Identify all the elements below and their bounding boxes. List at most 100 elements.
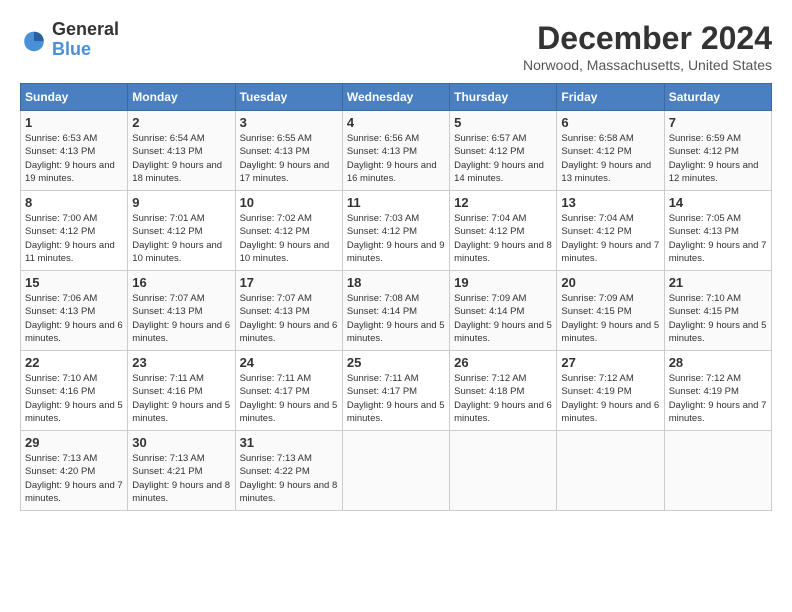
sunset-text: Sunset: 4:17 PM [347,386,417,397]
sunrise-text: Sunrise: 7:10 AM [669,293,741,304]
daylight-text: Daylight: 9 hours and 6 minutes. [561,400,659,424]
day-number: 9 [132,195,230,210]
calendar-cell: 31 Sunrise: 7:13 AM Sunset: 4:22 PM Dayl… [235,431,342,511]
daylight-text: Daylight: 9 hours and 17 minutes. [240,160,330,184]
day-info: Sunrise: 7:05 AM Sunset: 4:13 PM Dayligh… [669,212,767,265]
col-sunday: Sunday [21,84,128,111]
sunset-text: Sunset: 4:17 PM [240,386,310,397]
calendar-cell: 22 Sunrise: 7:10 AM Sunset: 4:16 PM Dayl… [21,351,128,431]
sunrise-text: Sunrise: 7:02 AM [240,213,312,224]
sunset-text: Sunset: 4:12 PM [669,146,739,157]
daylight-text: Daylight: 9 hours and 8 minutes. [132,480,230,504]
sunset-text: Sunset: 4:12 PM [454,226,524,237]
calendar-cell: 19 Sunrise: 7:09 AM Sunset: 4:14 PM Dayl… [450,271,557,351]
sunrise-text: Sunrise: 6:59 AM [669,133,741,144]
day-info: Sunrise: 6:53 AM Sunset: 4:13 PM Dayligh… [25,132,123,185]
sunset-text: Sunset: 4:15 PM [561,306,631,317]
sunrise-text: Sunrise: 7:13 AM [240,453,312,464]
daylight-text: Daylight: 9 hours and 10 minutes. [240,240,330,264]
sunrise-text: Sunrise: 7:03 AM [347,213,419,224]
day-number: 30 [132,435,230,450]
sunrise-text: Sunrise: 7:10 AM [25,373,97,384]
daylight-text: Daylight: 9 hours and 10 minutes. [132,240,222,264]
sunset-text: Sunset: 4:12 PM [132,226,202,237]
day-number: 27 [561,355,659,370]
day-number: 11 [347,195,445,210]
sunset-text: Sunset: 4:21 PM [132,466,202,477]
sunrise-text: Sunrise: 6:57 AM [454,133,526,144]
sunset-text: Sunset: 4:22 PM [240,466,310,477]
day-info: Sunrise: 7:13 AM Sunset: 4:20 PM Dayligh… [25,452,123,505]
day-number: 1 [25,115,123,130]
day-info: Sunrise: 7:02 AM Sunset: 4:12 PM Dayligh… [240,212,338,265]
sunset-text: Sunset: 4:15 PM [669,306,739,317]
sunrise-text: Sunrise: 7:09 AM [454,293,526,304]
daylight-text: Daylight: 9 hours and 5 minutes. [132,400,230,424]
sunrise-text: Sunrise: 7:13 AM [132,453,204,464]
daylight-text: Daylight: 9 hours and 5 minutes. [454,320,552,344]
sunrise-text: Sunrise: 6:56 AM [347,133,419,144]
calendar-cell: 15 Sunrise: 7:06 AM Sunset: 4:13 PM Dayl… [21,271,128,351]
day-info: Sunrise: 6:55 AM Sunset: 4:13 PM Dayligh… [240,132,338,185]
daylight-text: Daylight: 9 hours and 6 minutes. [25,320,123,344]
calendar-cell: 8 Sunrise: 7:00 AM Sunset: 4:12 PM Dayli… [21,191,128,271]
sunrise-text: Sunrise: 7:12 AM [561,373,633,384]
sunset-text: Sunset: 4:13 PM [25,146,95,157]
sunset-text: Sunset: 4:14 PM [454,306,524,317]
sunrise-text: Sunrise: 7:12 AM [454,373,526,384]
sunrise-text: Sunrise: 7:06 AM [25,293,97,304]
sunrise-text: Sunrise: 7:09 AM [561,293,633,304]
day-info: Sunrise: 6:59 AM Sunset: 4:12 PM Dayligh… [669,132,767,185]
calendar-cell: 30 Sunrise: 7:13 AM Sunset: 4:21 PM Dayl… [128,431,235,511]
sunrise-text: Sunrise: 7:11 AM [347,373,419,384]
calendar-cell: 27 Sunrise: 7:12 AM Sunset: 4:19 PM Dayl… [557,351,664,431]
daylight-text: Daylight: 9 hours and 14 minutes. [454,160,544,184]
sunrise-text: Sunrise: 7:04 AM [561,213,633,224]
title-area: December 2024 Norwood, Massachusetts, Un… [523,20,772,73]
calendar-cell: 6 Sunrise: 6:58 AM Sunset: 4:12 PM Dayli… [557,111,664,191]
calendar-week-4: 22 Sunrise: 7:10 AM Sunset: 4:16 PM Dayl… [21,351,772,431]
daylight-text: Daylight: 9 hours and 18 minutes. [132,160,222,184]
day-number: 6 [561,115,659,130]
day-number: 19 [454,275,552,290]
daylight-text: Daylight: 9 hours and 5 minutes. [347,400,445,424]
day-number: 2 [132,115,230,130]
day-info: Sunrise: 7:12 AM Sunset: 4:19 PM Dayligh… [669,372,767,425]
calendar-week-1: 1 Sunrise: 6:53 AM Sunset: 4:13 PM Dayli… [21,111,772,191]
calendar-cell: 12 Sunrise: 7:04 AM Sunset: 4:12 PM Dayl… [450,191,557,271]
daylight-text: Daylight: 9 hours and 6 minutes. [240,320,338,344]
daylight-text: Daylight: 9 hours and 7 minutes. [669,400,767,424]
daylight-text: Daylight: 9 hours and 8 minutes. [454,240,552,264]
sunset-text: Sunset: 4:12 PM [561,146,631,157]
sunset-text: Sunset: 4:16 PM [132,386,202,397]
daylight-text: Daylight: 9 hours and 19 minutes. [25,160,115,184]
sunrise-text: Sunrise: 7:07 AM [240,293,312,304]
calendar-cell [450,431,557,511]
calendar-body: 1 Sunrise: 6:53 AM Sunset: 4:13 PM Dayli… [21,111,772,511]
day-number: 4 [347,115,445,130]
daylight-text: Daylight: 9 hours and 12 minutes. [669,160,759,184]
calendar-cell: 9 Sunrise: 7:01 AM Sunset: 4:12 PM Dayli… [128,191,235,271]
sunset-text: Sunset: 4:13 PM [25,306,95,317]
sunrise-text: Sunrise: 6:58 AM [561,133,633,144]
sunset-text: Sunset: 4:12 PM [454,146,524,157]
calendar-cell [664,431,771,511]
day-number: 29 [25,435,123,450]
sunset-text: Sunset: 4:19 PM [669,386,739,397]
calendar-cell: 10 Sunrise: 7:02 AM Sunset: 4:12 PM Dayl… [235,191,342,271]
calendar-cell: 23 Sunrise: 7:11 AM Sunset: 4:16 PM Dayl… [128,351,235,431]
col-monday: Monday [128,84,235,111]
day-info: Sunrise: 7:04 AM Sunset: 4:12 PM Dayligh… [454,212,552,265]
daylight-text: Daylight: 9 hours and 7 minutes. [561,240,659,264]
sunrise-text: Sunrise: 7:07 AM [132,293,204,304]
daylight-text: Daylight: 9 hours and 5 minutes. [669,320,767,344]
calendar-cell: 18 Sunrise: 7:08 AM Sunset: 4:14 PM Dayl… [342,271,449,351]
day-info: Sunrise: 7:10 AM Sunset: 4:15 PM Dayligh… [669,292,767,345]
calendar-cell [342,431,449,511]
sunset-text: Sunset: 4:18 PM [454,386,524,397]
calendar-week-2: 8 Sunrise: 7:00 AM Sunset: 4:12 PM Dayli… [21,191,772,271]
day-info: Sunrise: 7:11 AM Sunset: 4:17 PM Dayligh… [240,372,338,425]
sunset-text: Sunset: 4:12 PM [25,226,95,237]
daylight-text: Daylight: 9 hours and 5 minutes. [561,320,659,344]
calendar-cell: 21 Sunrise: 7:10 AM Sunset: 4:15 PM Dayl… [664,271,771,351]
